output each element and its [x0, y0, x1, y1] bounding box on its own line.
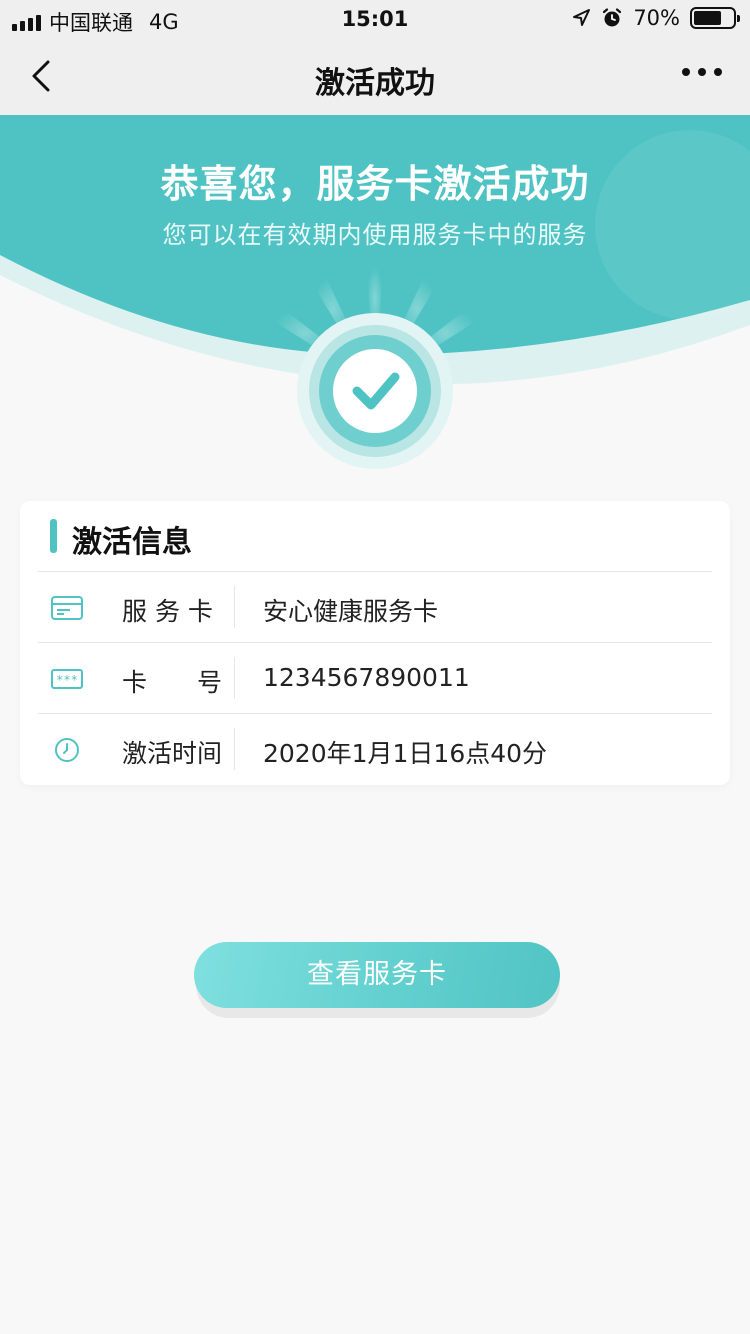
- hero-title: 恭喜您，服务卡激活成功: [160, 162, 590, 206]
- battery-icon: [690, 7, 740, 29]
- info-row-service-card: 服 务 卡 安心健康服务卡: [38, 571, 712, 642]
- battery-percent: 70%: [633, 6, 680, 30]
- card-icon: [51, 596, 83, 620]
- battery-fill: [694, 11, 721, 25]
- view-service-card-button[interactable]: 查看服务卡: [194, 942, 560, 1008]
- card-number: 1234567890011: [263, 663, 470, 692]
- success-hero: 恭喜您，服务卡激活成功 您可以在有效期内使用服务卡中的服务: [0, 115, 750, 475]
- more-horizontal-icon: [682, 68, 690, 76]
- row-label: 卡 号: [122, 668, 223, 697]
- status-right: 70%: [571, 6, 740, 30]
- page-title: 激活成功: [315, 66, 435, 101]
- location-icon: [573, 9, 591, 26]
- alarm-icon: [603, 8, 622, 27]
- activation-success-page: 中国联通 4G 15:01 70% 激活成功 恭喜您，服务卡激活成功 您可以在有…: [0, 0, 750, 1334]
- more-button[interactable]: [682, 68, 722, 76]
- nav-bar: 激活成功: [0, 40, 750, 115]
- status-bar: 中国联通 4G 15:01 70%: [0, 0, 750, 40]
- hero-subtitle: 您可以在有效期内使用服务卡中的服务: [162, 221, 588, 249]
- service-card-name: 安心健康服务卡: [263, 597, 439, 626]
- row-divider: [234, 657, 235, 699]
- info-row-card-number: *** 卡 号 1234567890011: [38, 642, 712, 713]
- card-header: 激活信息: [20, 501, 730, 571]
- activation-time: 2020年1月1日16点40分: [263, 739, 548, 768]
- card-number-icon: ***: [51, 669, 83, 689]
- row-label: 激活时间: [122, 739, 223, 768]
- card-title: 激活信息: [72, 525, 192, 560]
- row-divider: [234, 728, 235, 770]
- title-accent-bar: [50, 519, 57, 553]
- info-row-activation-time: 激活时间 2020年1月1日16点40分: [38, 713, 712, 784]
- svg-text:***: ***: [56, 673, 78, 687]
- activation-info-card: 激活信息 服 务 卡 安心健康服务卡 *** 卡 号 1234567890011: [20, 501, 730, 785]
- clock-icon: [55, 738, 79, 762]
- row-divider: [234, 586, 235, 628]
- row-label: 服 务 卡: [122, 597, 213, 626]
- check-circle-icon: [297, 313, 453, 469]
